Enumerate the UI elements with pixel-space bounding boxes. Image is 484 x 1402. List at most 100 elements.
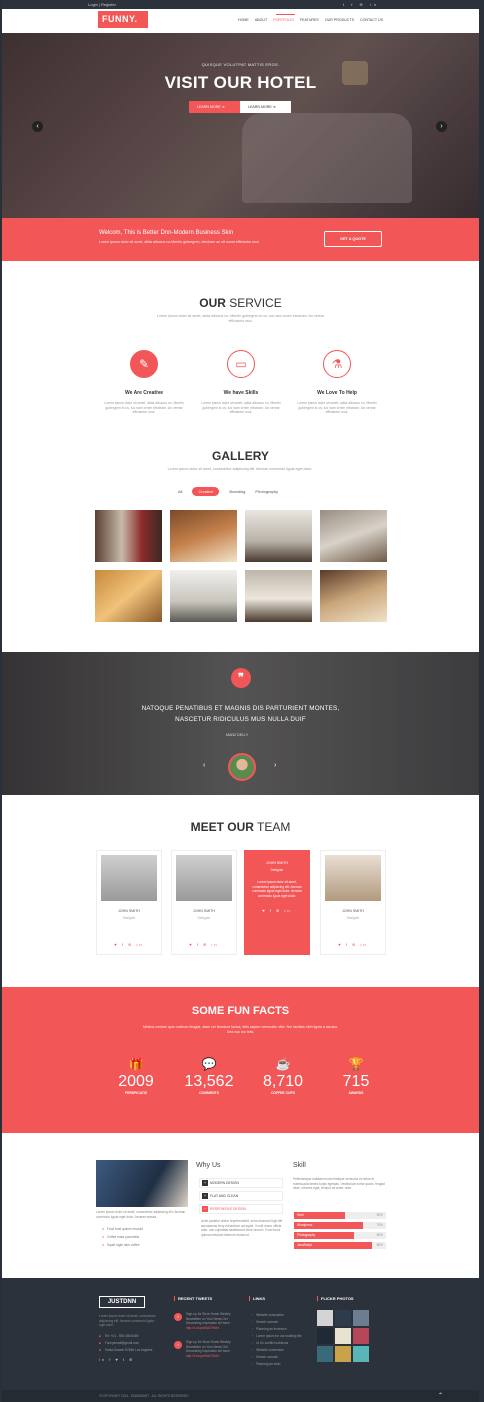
slider-next-arrow-icon[interactable]: ›: [436, 121, 447, 132]
nav-home[interactable]: HOME: [238, 18, 249, 22]
filter-creative[interactable]: Creative: [192, 487, 220, 496]
footer-text: Lorem ipsum dolor sit amet, consectetur …: [99, 1314, 156, 1327]
team-card-highlighted: JOHN SMITH Designer Lorem ipsum dolor si…: [244, 850, 310, 955]
nav-features[interactable]: FEATURES: [300, 18, 319, 22]
footer-link[interactable]: Website conversion: [252, 1348, 284, 1352]
slider-prev-arrow-icon[interactable]: ‹: [32, 121, 43, 132]
flickr-photo[interactable]: [335, 1346, 351, 1362]
gallery-image[interactable]: [320, 570, 387, 622]
login-register-link[interactable]: Login | Register: [88, 0, 116, 9]
flickr-title: FLICKR PHOTOS: [317, 1296, 354, 1301]
filter-branding[interactable]: Branding: [229, 489, 245, 494]
gallery-image[interactable]: [245, 570, 312, 622]
quote-icon: ❞: [231, 668, 251, 688]
gallery-image[interactable]: [95, 570, 162, 622]
team-name: JOHN SMITH: [266, 861, 288, 865]
nav-active-indicator: [276, 14, 296, 15]
welcome-banner: Welcom, This is Better Dnn-Modern Busine…: [2, 218, 479, 261]
team-social-icons[interactable]: ♥ f ⊕ in: [321, 942, 385, 947]
chevron-right-icon[interactable]: ›: [274, 762, 276, 769]
team-title: MEET OUR TEAM: [190, 820, 291, 834]
hero-slider: [2, 33, 479, 218]
accordion-body: Anim pariatur cliche reprehenderit, enim…: [201, 1219, 283, 1237]
flickr-photo[interactable]: [317, 1310, 333, 1326]
nav-about[interactable]: ABOUT: [255, 18, 267, 22]
footer-logo[interactable]: JUSTDNN: [99, 1296, 145, 1308]
team-photo: [325, 855, 381, 901]
footer-social-icons[interactable]: in f ♥ t ⊕: [99, 1357, 135, 1362]
team-name: JOHN SMITH: [118, 909, 140, 913]
flickr-photo[interactable]: [353, 1328, 369, 1344]
banner-title: Welcom, This is Better Dnn-Modern Busine…: [99, 230, 234, 236]
gallery-image[interactable]: [95, 510, 162, 562]
fact-item: ☕ 8,710 COFFEE CUPS: [253, 1057, 313, 1095]
about-list-item: Squirt ingle nam coffee: [102, 1243, 140, 1247]
accordion-item[interactable]: + FLAT AND CLEAN: [199, 1191, 283, 1201]
footer-link[interactable]: Website conception: [252, 1313, 284, 1317]
team-card: JOHN SMITH Designer ♥ f ⊕ in: [320, 850, 386, 955]
fun-facts-section: SOME FUN FACTS Minima veniam quis nostru…: [2, 987, 479, 1133]
service-item-text: Lorem ipsum dolor sit amet, alida albucu…: [297, 401, 377, 414]
team-social-icons[interactable]: ♥ f ⊕ in: [97, 942, 161, 947]
flickr-photo[interactable]: [317, 1328, 333, 1344]
nav-contact-us[interactable]: CONTACT US: [360, 18, 383, 22]
accordion-item-open[interactable]: − RESPONSIVE DESIGN: [199, 1204, 283, 1214]
gallery-image[interactable]: [170, 510, 237, 562]
team-photo: [176, 855, 232, 901]
header: FUNNY. HOME ABOUT PORTFOLIO FEATURES OUR…: [2, 9, 479, 33]
chevron-left-icon[interactable]: ‹: [203, 762, 205, 769]
service-item-title: We have Skills: [223, 390, 259, 396]
service-intro: Lorem ipsum dolor sit amet, alida albucu…: [157, 314, 324, 323]
footer-link[interactable]: Ui Ux conflict solutions: [252, 1341, 288, 1345]
footer-link[interactable]: Lorem ipsum for our building tile: [252, 1334, 301, 1338]
fact-item: 💬 13,562 COMMENTS: [179, 1057, 239, 1095]
footer-link[interactable]: Planning an inversion: [252, 1327, 286, 1331]
learn-more-button-secondary[interactable]: LEARN MORE ➔: [240, 101, 291, 113]
team-card: JOHN SMITH Designer ♥ f ⊕ in: [171, 850, 237, 955]
tweet-link[interactable]: http://t.co/pxd5a07hMrx: [186, 1354, 234, 1359]
filter-photography[interactable]: Photography: [255, 489, 278, 494]
flickr-photo[interactable]: [353, 1310, 369, 1326]
gallery-image[interactable]: [320, 510, 387, 562]
team-social-icons[interactable]: ♥ f ⊕ in: [245, 908, 309, 913]
gallery-image[interactable]: [245, 510, 312, 562]
minus-icon: −: [202, 1206, 208, 1212]
accordion-item[interactable]: + MODERN DESIGN: [199, 1178, 283, 1188]
gallery-intro: Lorem ipsum dolor sit amet, consectetur …: [167, 467, 313, 471]
pencil-icon: ✎: [130, 350, 158, 378]
filter-all[interactable]: All: [178, 489, 182, 494]
page: Login | Register t f ⊕ in FUNNY. HOME AB…: [2, 0, 479, 1402]
footer-link[interactable]: Search console: [252, 1355, 278, 1359]
about-list-item: Food trust quinex resould: [102, 1227, 143, 1231]
fact-number: 8,710: [262, 1073, 304, 1090]
flickr-photo[interactable]: [335, 1310, 351, 1326]
fact-number: 2009: [118, 1073, 154, 1090]
footer-link[interactable]: Search console: [252, 1320, 278, 1324]
about-text: Lorem ipsum dolor sit amet, consectetur …: [96, 1210, 186, 1219]
flickr-photo[interactable]: [353, 1346, 369, 1362]
footer-contact-email[interactable]: Funnyemail@gmail.com: [99, 1341, 139, 1345]
back-to-top-icon[interactable]: ⌃: [438, 1392, 443, 1399]
flickr-photo[interactable]: [317, 1346, 333, 1362]
get-a-quote-button[interactable]: GET A QUOTE: [324, 231, 382, 247]
about-list-item: Coffee mala poundrela: [102, 1235, 139, 1239]
tweet-link[interactable]: http://t.co/pxd5a07hMrx: [186, 1326, 234, 1331]
team-name: JOHN SMITH: [342, 909, 364, 913]
gallery-image[interactable]: [170, 570, 237, 622]
nav-our-products[interactable]: OUR PRODUCTS: [325, 18, 354, 22]
nav-portfolio[interactable]: PORTFOLIO: [273, 18, 294, 22]
main-nav: HOME ABOUT PORTFOLIO FEATURES OUR PRODUC…: [238, 14, 383, 22]
team-social-icons[interactable]: ♥ f ⊕ in: [172, 942, 236, 947]
service-item-text: Lorem ipsum dolor sit amet, alida albucu…: [104, 401, 184, 414]
learn-more-button-primary[interactable]: LEARN MORE ➔: [189, 101, 240, 113]
service-item-title: We Love To Help: [317, 390, 357, 396]
flickr-photo[interactable]: [335, 1328, 351, 1344]
team-desc: Lorem ipsum dolor sit amet, consectetur …: [252, 880, 302, 898]
logo[interactable]: FUNNY.: [98, 11, 148, 28]
testimonial-author: MANZ DELLY: [226, 733, 249, 737]
footer-link[interactable]: Planning an solid: [252, 1362, 280, 1366]
trophy-icon: 🏆: [348, 1057, 364, 1071]
skill-bar: Wordpress 75%: [294, 1222, 386, 1229]
top-social-icons[interactable]: t f ⊕ in: [343, 0, 379, 9]
service-item-creative: ✎ We Are Creative Lorem ipsum dolor sit …: [99, 350, 189, 415]
